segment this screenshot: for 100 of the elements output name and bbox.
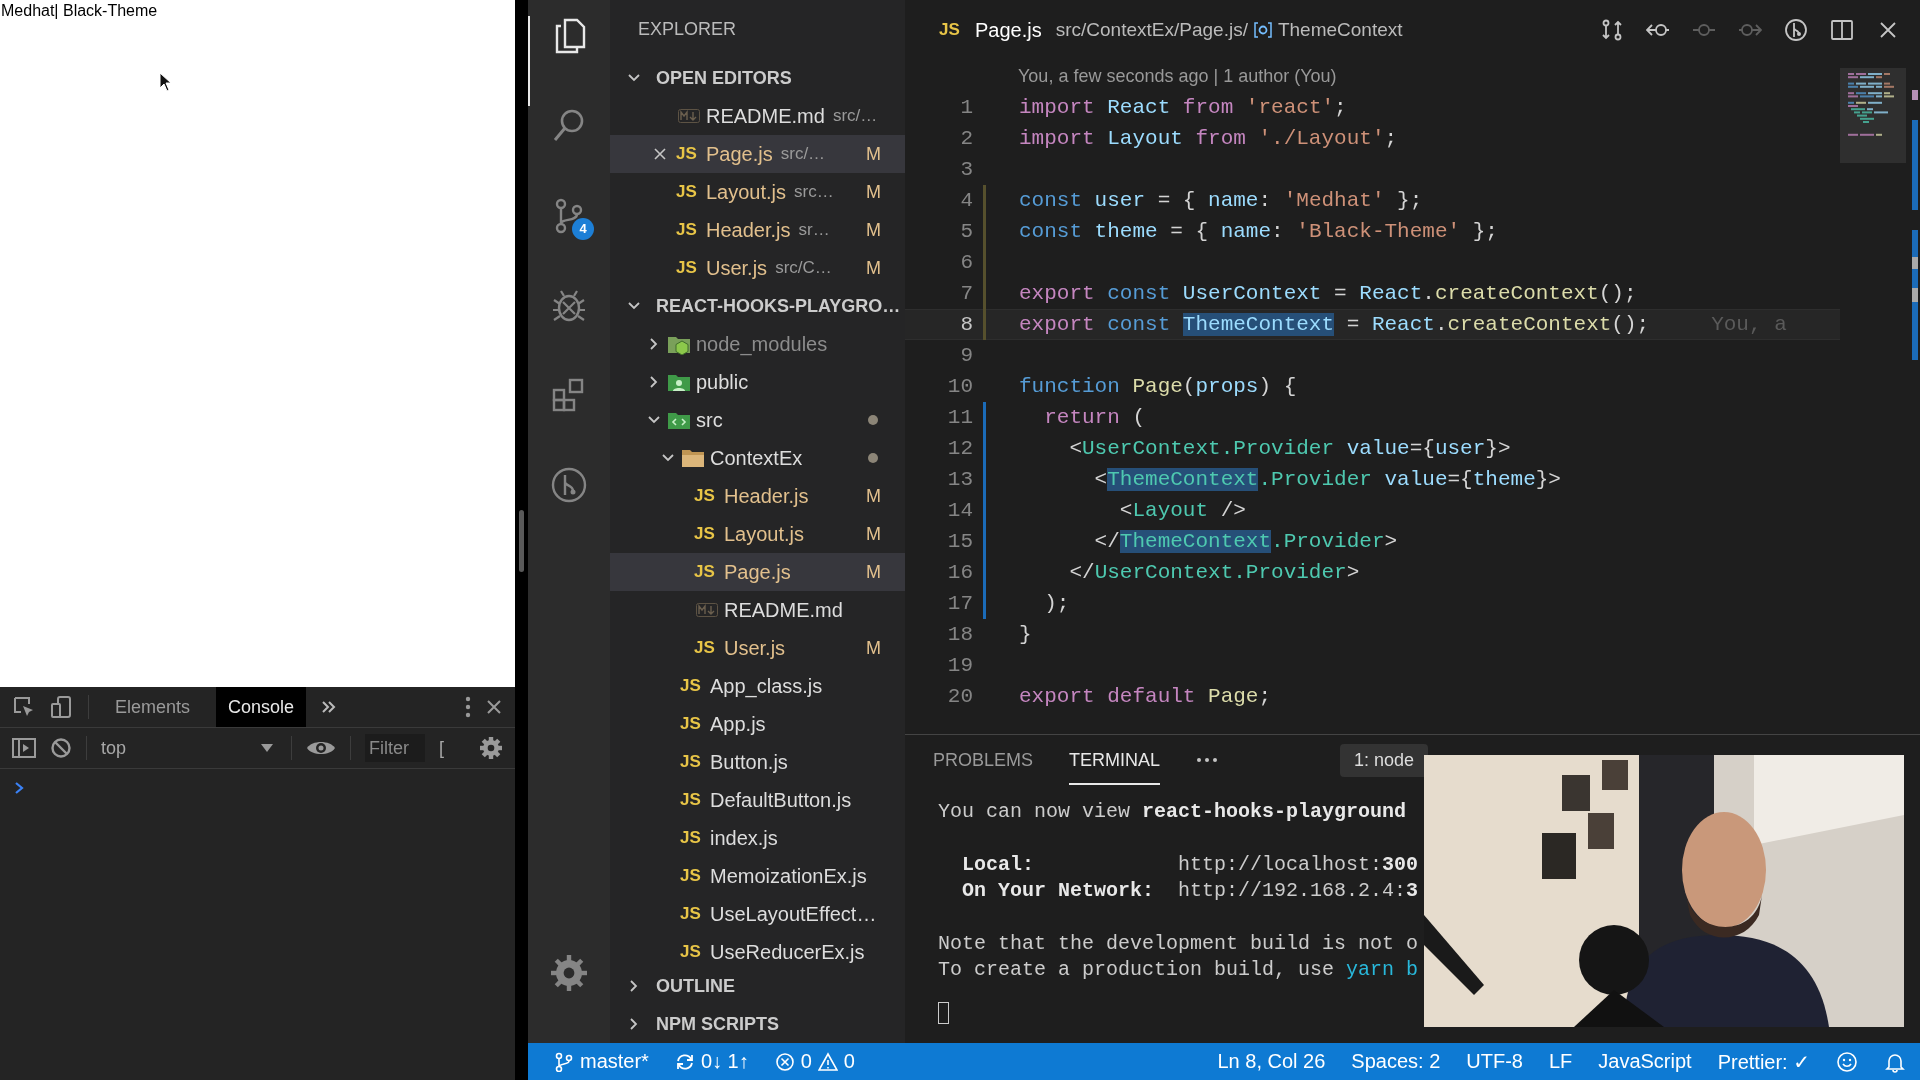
code-line: export const UserContext = React.createContext(); [1019, 282, 1637, 305]
problems-indicator[interactable]: 0 0 [774, 1050, 855, 1073]
section-header[interactable]: OUTLINE [610, 967, 905, 1005]
line-number: 14 [946, 499, 973, 522]
tree-item[interactable]: JS index.js [610, 819, 905, 857]
js-icon: JS [676, 258, 702, 278]
line-number: 12 [946, 437, 973, 460]
tree-item[interactable]: JS Page.js M [610, 553, 905, 591]
breadcrumb-symbol[interactable]: ThemeContext [1277, 19, 1403, 41]
open-editor-item[interactable]: JS Page.js src/… M [610, 135, 905, 173]
section-header[interactable]: REACT-HOOKS-PLAYGRO… [610, 287, 905, 325]
settings-icon[interactable] [549, 953, 589, 993]
panel-tab[interactable]: PROBLEMS [933, 735, 1034, 785]
tree-item[interactable]: public [610, 363, 905, 401]
close-icon[interactable] [485, 698, 503, 716]
tree-item[interactable]: JS DefaultButton.js [610, 781, 905, 819]
file-name: Header.js [724, 484, 809, 508]
tree-item[interactable]: JS Layout.js M [610, 515, 905, 553]
devtools-tab[interactable]: Console [216, 687, 307, 727]
sidebar-toggle-icon[interactable] [12, 737, 36, 759]
editor-tab[interactable]: JS Page.js src/ContextEx/Page.js/ ThemeContext [939, 18, 1403, 42]
file-name: MemoizationEx.js [710, 864, 867, 888]
device-icon[interactable] [50, 695, 74, 719]
tree-item[interactable]: JS MemoizationEx.js [610, 857, 905, 895]
file-name: Layout.js [706, 180, 787, 204]
code-line: import Layout from './Layout'; [1019, 127, 1398, 150]
tree-item[interactable]: README.md [610, 591, 905, 629]
status-item[interactable]: Prettier: ✓ [1717, 1049, 1810, 1074]
line-number: 13 [946, 468, 973, 491]
file-name: Page.js [706, 142, 773, 166]
breadcrumb-path: src/ContextEx/Page.js/ [1055, 19, 1248, 41]
tree-item[interactable]: src [610, 401, 905, 439]
file-name: App_class.js [710, 674, 823, 698]
file-name: README.md [706, 104, 825, 128]
section-title: NPM SCRIPTS [656, 1013, 779, 1035]
file-name: src [696, 408, 723, 432]
settings-icon[interactable] [479, 736, 503, 760]
open-editor-item[interactable]: JS User.js src/C… M [610, 249, 905, 287]
tree-item[interactable]: JS App_class.js [610, 667, 905, 705]
tree-item[interactable]: JS UseReducerEx.js [610, 933, 905, 967]
terminal-line: On Your Network: http://192.168.2.4:3 [961, 878, 1419, 904]
page-text: Medhat| Black-Theme [0, 1, 158, 20]
line-number: 15 [946, 530, 973, 553]
context-select[interactable]: top [101, 737, 277, 759]
line-number: 17 [946, 592, 973, 615]
line-number: 5 [959, 220, 973, 243]
status-item[interactable]: LF [1548, 1050, 1573, 1073]
count-badge: 4 [572, 218, 594, 240]
file-name: User.js [706, 256, 768, 280]
file-name: Button.js [710, 750, 788, 774]
tree-item[interactable]: ContextEx [610, 439, 905, 477]
code-line: } [1019, 623, 1032, 646]
tree-item[interactable]: JS Header.js M [610, 477, 905, 515]
scrollbar-thumb[interactable] [519, 510, 524, 572]
status-item[interactable]: JavaScript [1598, 1050, 1692, 1073]
filter-field[interactable]: Filter [365, 734, 425, 762]
branch-indicator[interactable]: master* [554, 1050, 649, 1073]
blame-annotation: You, a few seconds ago | 1 author (You) [1017, 65, 1337, 88]
file-path: src/… [780, 144, 826, 164]
tree-item[interactable]: JS UseLayoutEffect… [610, 895, 905, 933]
file-path: sr… [798, 220, 830, 240]
eye-icon[interactable] [306, 739, 336, 757]
status-item[interactable]: Ln 8, Col 26 [1217, 1050, 1326, 1073]
clear-console-icon[interactable] [50, 737, 72, 759]
line-number: 4 [959, 189, 973, 212]
tree-item[interactable]: node_modules [610, 325, 905, 363]
section-header[interactable]: NPM SCRIPTS [610, 1005, 905, 1043]
tree-item[interactable]: JS Button.js [610, 743, 905, 781]
terminal-select[interactable]: 1: node [1340, 743, 1429, 777]
compare-changes-icon[interactable] [1600, 18, 1624, 42]
tree-item[interactable]: JS User.js M [610, 629, 905, 667]
section-header[interactable]: OPEN EDITORS [610, 59, 905, 97]
more-icon[interactable] [1196, 757, 1219, 763]
file-path: src/C… [775, 258, 832, 278]
file-name: User.js [724, 636, 786, 660]
open-editor-item[interactable]: JS Header.js sr… M [610, 211, 905, 249]
open-editor-item[interactable]: README.md src/… [610, 97, 905, 135]
tree-item[interactable]: JS App.js [610, 705, 905, 743]
code-line: <Layout /> [1118, 499, 1246, 522]
branch-icon [554, 1051, 574, 1072]
warning-icon [817, 1051, 838, 1072]
status-item[interactable]: Spaces: 2 [1351, 1050, 1441, 1073]
devtools-tab[interactable]: Elements [103, 687, 203, 727]
open-editor-item[interactable]: JS Layout.js src… M [610, 173, 905, 211]
js-icon: JS [676, 182, 702, 202]
status-item[interactable]: UTF-8 [1466, 1050, 1523, 1073]
terminal-line: Note that the development build is not o [938, 930, 1419, 957]
file-name: DefaultButton.js [710, 788, 852, 812]
smiley-icon[interactable] [1836, 1050, 1858, 1073]
js-icon: JS [680, 942, 706, 962]
code-line: export const ThemeContext = React.createContext(); [1019, 313, 1650, 336]
file-name: ContextEx [710, 446, 803, 470]
js-icon: JS [680, 752, 706, 772]
panel-tab[interactable]: TERMINAL [1069, 735, 1161, 785]
kebab-menu-icon[interactable] [465, 696, 471, 718]
split-editor-icon[interactable] [1830, 18, 1854, 42]
line-number: 2 [959, 127, 973, 150]
file-name: node_modules [696, 332, 828, 356]
branch-circle-icon[interactable] [1784, 18, 1808, 42]
sync-status[interactable]: 0↓ 1↑ [674, 1050, 749, 1073]
